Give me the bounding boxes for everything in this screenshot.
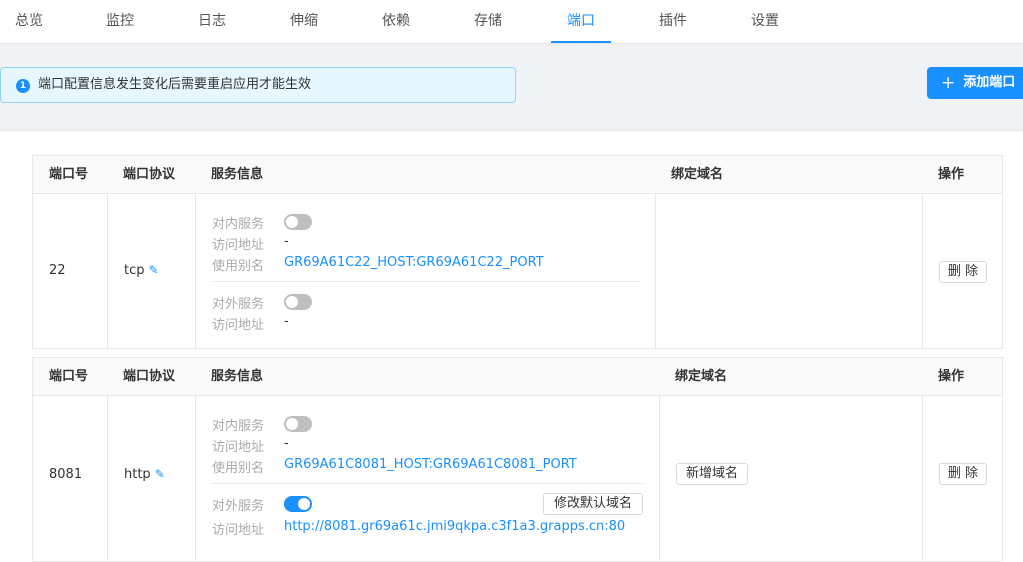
outer-service-label: 对外服务 bbox=[212, 297, 265, 312]
restart-notice-alert: 1 端口配置信息发生变化后需要重启应用才能生效 bbox=[0, 67, 516, 103]
divider bbox=[107, 396, 108, 561]
info-icon: 1 bbox=[16, 79, 30, 93]
toggle-knob bbox=[286, 296, 298, 308]
tab-settings[interactable]: 设置 bbox=[735, 0, 795, 43]
tab-monitor[interactable]: 监控 bbox=[90, 0, 150, 43]
col-protocol: 端口协议 bbox=[123, 369, 176, 384]
col-domain: 绑定域名 bbox=[675, 369, 728, 384]
inner-addr-value: - bbox=[284, 234, 289, 249]
delete-button[interactable]: 删 除 bbox=[939, 463, 987, 485]
toggle-knob bbox=[286, 418, 298, 430]
inner-addr-label: 访问地址 bbox=[212, 238, 265, 253]
alias-label: 使用别名 bbox=[212, 259, 265, 274]
inner-service-toggle[interactable] bbox=[284, 214, 312, 230]
tab-plugins[interactable]: 插件 bbox=[643, 0, 703, 43]
inner-service-toggle[interactable] bbox=[284, 416, 312, 432]
tab-dependencies[interactable]: 依赖 bbox=[366, 0, 426, 43]
alias-label: 使用别名 bbox=[212, 461, 265, 476]
add-port-button[interactable]: + 添加端口 bbox=[927, 67, 1023, 99]
inner-addr-value: - bbox=[284, 436, 289, 451]
divider bbox=[195, 396, 196, 561]
divider bbox=[655, 194, 656, 348]
col-port: 端口号 bbox=[49, 369, 89, 384]
divider bbox=[212, 483, 643, 484]
outer-addr-label: 访问地址 bbox=[212, 523, 265, 538]
inner-addr-label: 访问地址 bbox=[212, 440, 265, 455]
outer-addr-value: - bbox=[284, 314, 289, 329]
delete-button[interactable]: 删 除 bbox=[939, 261, 987, 283]
port-number: 8081 bbox=[49, 467, 83, 482]
col-action: 操作 bbox=[938, 167, 965, 182]
tab-bar: 总览 监控 日志 伸缩 依赖 存储 端口 插件 设置 bbox=[0, 0, 1023, 44]
outer-service-toggle[interactable] bbox=[284, 294, 312, 310]
outer-service-toggle[interactable] bbox=[284, 496, 312, 512]
protocol-value: tcp bbox=[124, 263, 145, 278]
divider bbox=[107, 194, 108, 348]
alias-value[interactable]: GR69A61C22_HOST:GR69A61C22_PORT bbox=[284, 255, 544, 270]
plus-icon: + bbox=[941, 73, 956, 93]
divider bbox=[212, 281, 639, 282]
toggle-knob bbox=[298, 498, 310, 510]
col-service: 服务信息 bbox=[211, 369, 264, 384]
outer-addr-label: 访问地址 bbox=[212, 318, 265, 333]
tab-ports[interactable]: 端口 bbox=[551, 0, 611, 43]
protocol-cell: tcp ✎ bbox=[124, 263, 159, 278]
col-domain: 绑定域名 bbox=[671, 167, 724, 182]
divider bbox=[922, 194, 923, 348]
add-port-label: 添加端口 bbox=[963, 75, 1016, 90]
col-port: 端口号 bbox=[49, 167, 89, 182]
active-tab-indicator bbox=[551, 41, 611, 43]
inner-service-label: 对内服务 bbox=[212, 419, 265, 434]
table-header: 端口号 端口协议 服务信息 绑定域名 操作 bbox=[33, 156, 1002, 194]
edit-icon[interactable]: ✎ bbox=[155, 467, 165, 481]
alias-value[interactable]: GR69A61C8081_HOST:GR69A61C8081_PORT bbox=[284, 457, 577, 472]
outer-service-label: 对外服务 bbox=[212, 499, 265, 514]
toggle-knob bbox=[286, 216, 298, 228]
tab-overview[interactable]: 总览 bbox=[0, 0, 58, 43]
port-table-22: 端口号 端口协议 服务信息 绑定域名 操作 22 tcp ✎ 对内服务 访问地址 … bbox=[32, 155, 1003, 349]
col-action: 操作 bbox=[938, 369, 965, 384]
protocol-cell: http ✎ bbox=[124, 467, 165, 482]
edit-icon[interactable]: ✎ bbox=[149, 263, 159, 277]
alert-text: 端口配置信息发生变化后需要重启应用才能生效 bbox=[38, 77, 312, 92]
divider bbox=[659, 396, 660, 561]
tab-storage[interactable]: 存储 bbox=[458, 0, 518, 43]
col-service: 服务信息 bbox=[211, 167, 264, 182]
outer-addr-link[interactable]: http://8081.gr69a61c.jmi9qkpa.c3f1a3.gra… bbox=[284, 519, 625, 534]
tab-scaling[interactable]: 伸缩 bbox=[274, 0, 334, 43]
tab-logs[interactable]: 日志 bbox=[182, 0, 242, 43]
modify-default-domain-button[interactable]: 修改默认域名 bbox=[543, 493, 643, 515]
protocol-value: http bbox=[124, 467, 151, 482]
divider bbox=[195, 194, 196, 348]
inner-service-label: 对内服务 bbox=[212, 217, 265, 232]
col-protocol: 端口协议 bbox=[123, 167, 176, 182]
table-header: 端口号 端口协议 服务信息 绑定域名 操作 bbox=[33, 358, 1002, 396]
port-table-8081: 端口号 端口协议 服务信息 绑定域名 操作 8081 http ✎ 对内服务 访问… bbox=[32, 357, 1003, 562]
port-number: 22 bbox=[49, 263, 66, 278]
add-domain-button[interactable]: 新增域名 bbox=[676, 463, 748, 485]
divider bbox=[922, 396, 923, 561]
